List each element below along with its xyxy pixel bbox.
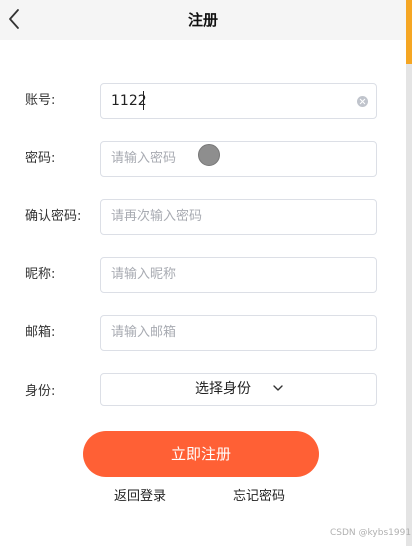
- identity-select[interactable]: 选择身份: [100, 373, 377, 406]
- password-placeholder: 请输入密码: [111, 151, 177, 166]
- watermark: CSDN @kybs1991: [330, 528, 412, 538]
- email-row: 邮箱: 请输入邮箱: [0, 315, 406, 351]
- confirm-password-placeholder: 请再次输入密码: [111, 209, 203, 224]
- nickname-label: 昵称:: [25, 267, 56, 282]
- email-input[interactable]: 请输入邮箱: [100, 315, 377, 351]
- chevron-down-icon: [273, 383, 283, 393]
- confirm-password-label: 确认密码:: [25, 209, 82, 224]
- pointer-cursor-dot: [198, 144, 220, 166]
- clear-circle-icon[interactable]: [357, 96, 368, 107]
- page-title: 注册: [187, 11, 218, 29]
- email-label: 邮箱:: [25, 325, 56, 340]
- password-input[interactable]: 请输入密码: [100, 141, 377, 177]
- identity-select-value: 选择身份: [195, 381, 251, 397]
- edge-accent: [406, 0, 412, 64]
- forgot-password-link[interactable]: 忘记密码: [233, 488, 285, 506]
- text-caret: [143, 91, 144, 110]
- account-input[interactable]: 1122: [100, 83, 377, 119]
- identity-row: 身份: 选择身份: [0, 373, 406, 409]
- account-row: 账号: 1122: [0, 83, 406, 119]
- nickname-row: 昵称: 请输入昵称: [0, 257, 406, 293]
- account-label: 账号:: [25, 93, 56, 108]
- identity-label: 身份:: [25, 384, 56, 399]
- nickname-input[interactable]: 请输入昵称: [100, 257, 377, 293]
- account-value: 1122: [111, 93, 147, 109]
- register-button[interactable]: 立即注册: [83, 431, 319, 477]
- nickname-placeholder: 请输入昵称: [111, 267, 177, 282]
- email-placeholder: 请输入邮箱: [111, 325, 177, 340]
- back-to-login-link[interactable]: 返回登录: [114, 488, 166, 506]
- confirm-password-row: 确认密码: 请再次输入密码: [0, 199, 406, 235]
- confirm-password-input[interactable]: 请再次输入密码: [100, 199, 377, 235]
- password-label: 密码:: [25, 151, 56, 166]
- edge-strip: [406, 0, 412, 546]
- header-bar: 注册: [0, 0, 406, 40]
